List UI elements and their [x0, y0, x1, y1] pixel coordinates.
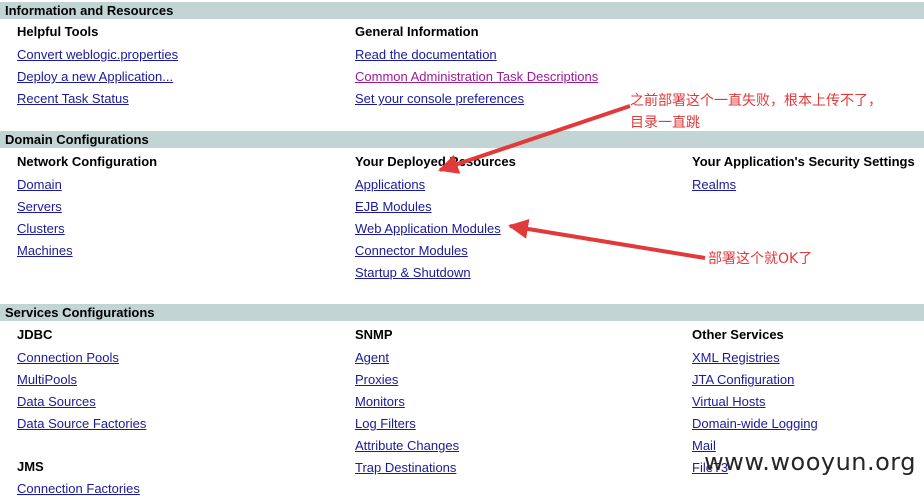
annotation-arrows — [438, 104, 706, 260]
arrow-to-applications — [438, 104, 631, 174]
annotation-ok-note: 部署这个就OK了 — [708, 251, 813, 267]
arrow-to-web-application-modules — [508, 219, 706, 260]
annotation-fail-line2: 目录一直跳 — [630, 115, 700, 131]
watermark: www.wooyun.org — [704, 448, 916, 476]
annotation-fail-line1: 之前部署这个一直失败，根本上传不了， — [630, 93, 882, 109]
annotation-fail-note: 之前部署这个一直失败，根本上传不了， 目录一直跳 — [630, 90, 882, 134]
